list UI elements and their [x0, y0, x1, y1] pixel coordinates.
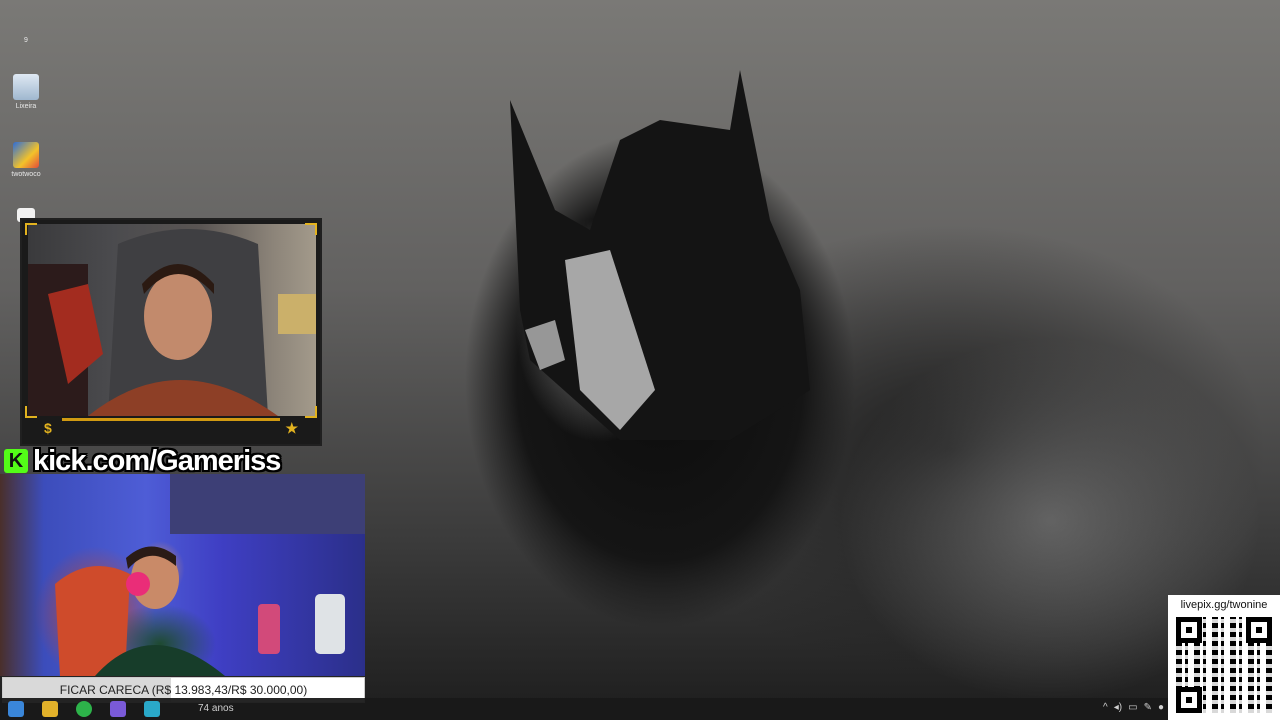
webcam-bottom-bar: $ ★ — [32, 418, 310, 438]
kick-logo-icon: K — [4, 449, 28, 473]
desktop-icon-label: Lixeira — [15, 103, 37, 110]
app-shortcut-icon — [13, 142, 39, 168]
start-icon[interactable] — [8, 701, 24, 717]
star-icon: ★ — [285, 419, 298, 436]
kick-url: kick.com/Gameriss — [33, 444, 281, 477]
network-icon[interactable]: ▭ — [1128, 702, 1137, 713]
kick-channel-banner: K kick.com/Gameriss — [4, 444, 281, 477]
livepix-qr-panel: livepix.gg/twonine — [1168, 595, 1280, 720]
recycle-bin-icon — [13, 74, 39, 100]
livepix-url: livepix.gg/twonine — [1180, 599, 1268, 611]
webcam-overlay-guest — [0, 474, 365, 676]
desktop-icon-label: twotwoco — [11, 171, 41, 178]
app-icon[interactable] — [144, 701, 160, 717]
file-explorer-icon[interactable] — [42, 701, 58, 717]
webcam-guest-scene — [55, 546, 345, 676]
system-tray: ^ ◂) ▭ ✎ ● — [1103, 702, 1164, 713]
app-icon[interactable] — [110, 701, 126, 717]
helmet-artwork — [510, 70, 810, 440]
desktop-icon-label: 9 — [24, 37, 28, 44]
webcam-video — [28, 224, 316, 416]
speaker-icon[interactable]: ◂) — [1114, 702, 1122, 713]
microphone-icon[interactable]: ● — [1158, 702, 1164, 713]
chevron-up-icon[interactable]: ^ — [1103, 702, 1108, 713]
taskbar-partial-text: 74 anos — [198, 703, 234, 714]
desktop-icon-app[interactable]: twotwoco — [4, 142, 48, 179]
webcam-overlay-streamer: $ ★ — [20, 218, 322, 446]
browser-icon[interactable] — [76, 701, 92, 717]
taskbar: 74 anos ^ ◂) ▭ ✎ ● — [0, 698, 1280, 720]
webcam-scene — [28, 229, 316, 416]
qr-code-icon — [1176, 617, 1272, 713]
dollar-icon: $ — [44, 420, 52, 436]
pen-icon[interactable]: ✎ — [1144, 702, 1152, 713]
desktop-icon-folder[interactable]: 9 — [4, 36, 48, 45]
desktop-icon-recycle-bin[interactable]: Lixeira — [4, 74, 48, 111]
